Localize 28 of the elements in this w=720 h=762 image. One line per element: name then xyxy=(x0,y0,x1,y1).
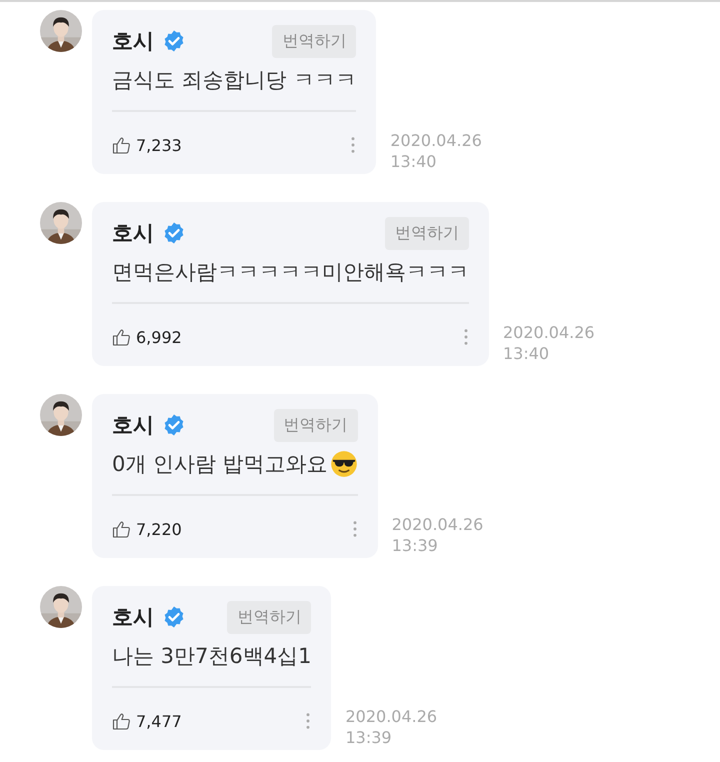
comment-text: 0개 인사람 밥먹고와요 xyxy=(112,451,328,478)
comment-time: 13:40 xyxy=(503,343,550,364)
like-count: 7,220 xyxy=(136,520,182,538)
comment-text: 나는 3만7천6백4십1 xyxy=(112,643,312,670)
thumbs-up-icon[interactable] xyxy=(112,327,132,347)
translate-button[interactable]: 번역하기 xyxy=(272,24,356,58)
thumbs-up-icon[interactable] xyxy=(112,135,132,155)
comment-text: 면먹은사람ㅋㅋㅋㅋㅋ미안해욕ㅋㅋㅋ xyxy=(112,259,469,286)
like-count: 7,233 xyxy=(136,136,182,154)
comment-time: 13:39 xyxy=(345,727,393,748)
translate-button[interactable]: 번역하기 xyxy=(227,600,312,634)
like-count: 7,477 xyxy=(136,712,182,730)
thumbs-up-icon[interactable] xyxy=(112,711,132,731)
author-name: 호시 xyxy=(112,220,154,247)
author-name: 호시 xyxy=(112,412,154,439)
author-name: 호시 xyxy=(112,28,154,55)
like-count: 6,992 xyxy=(136,328,182,346)
comment-time: 13:39 xyxy=(392,535,439,556)
translate-button[interactable]: 번역하기 xyxy=(274,408,358,442)
comment-date: 2020.04.26 xyxy=(390,130,482,151)
comment-date: 2020.04.26 xyxy=(392,514,484,535)
author-name: 호시 xyxy=(112,604,154,631)
translate-button[interactable]: 번역하기 xyxy=(385,216,469,250)
comment-date: 2020.04.26 xyxy=(345,706,438,727)
comment-time: 13:40 xyxy=(390,151,438,172)
comment-text: 금식도 죄송합니당 ㅋㅋㅋ xyxy=(112,67,356,94)
comment-date: 2020.04.26 xyxy=(503,322,595,343)
thumbs-up-icon[interactable] xyxy=(112,519,132,539)
